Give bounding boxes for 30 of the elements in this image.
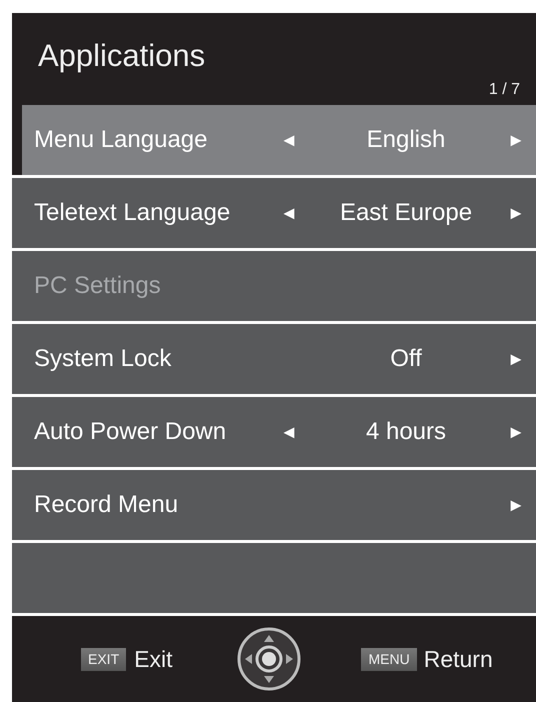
menu-item[interactable]: Menu Language ◄ English ► (12, 105, 536, 175)
right-arrow[interactable]: ► (507, 348, 525, 368)
item-label: Teletext Language (34, 199, 230, 226)
menu-key: MENU (361, 648, 417, 670)
item-label: Menu Language (34, 126, 208, 153)
exit-key: EXIT (81, 648, 126, 670)
exit-label: Exit (134, 644, 172, 674)
item-label: System Lock (34, 345, 172, 372)
page-indicator: 1 / 7 (488, 82, 520, 98)
right-arrow[interactable]: ► (507, 202, 525, 222)
return-label: Return (424, 644, 493, 674)
item-label: Auto Power Down (34, 418, 226, 445)
left-arrow[interactable]: ◄ (280, 202, 298, 222)
left-arrow[interactable]: ◄ (280, 130, 298, 150)
menu-item[interactable]: System Lock Off ► (12, 324, 536, 394)
right-arrow[interactable]: ► (507, 130, 525, 150)
item-value: English (366, 126, 446, 153)
item-value: East Europe (340, 199, 472, 226)
item-value: 4 hours (366, 418, 446, 445)
left-arrow[interactable]: ◄ (280, 422, 298, 442)
menu-item[interactable]: Teletext Language ◄ East Europe ► (12, 178, 536, 248)
menu-title: Applications (38, 40, 206, 71)
item-label: Record Menu (34, 491, 178, 518)
right-arrow[interactable]: ► (507, 494, 525, 514)
menu-item[interactable]: Record Menu ► (12, 470, 536, 540)
item-value: Off (390, 345, 422, 372)
item-label: PC Settings (34, 272, 161, 299)
navigation-pad-icon (237, 627, 302, 691)
menu-item[interactable]: Auto Power Down ◄ 4 hours ► (12, 397, 536, 467)
right-arrow[interactable]: ► (507, 422, 525, 442)
